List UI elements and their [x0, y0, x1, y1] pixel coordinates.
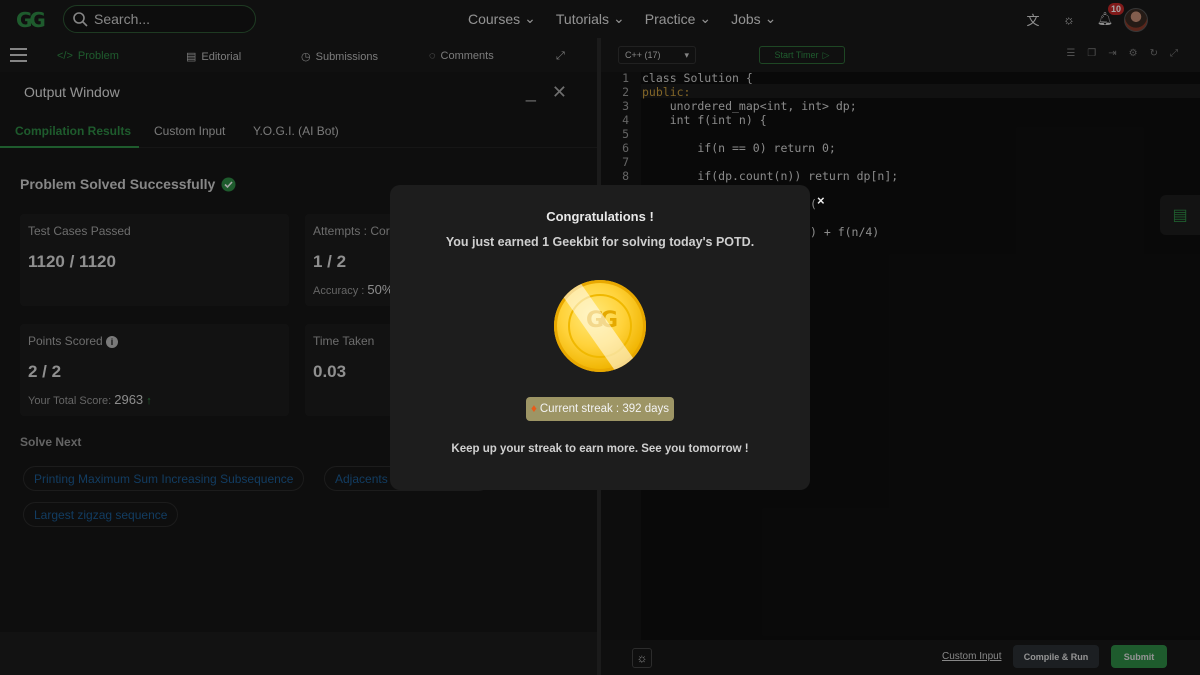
fire-icon: ♦: [531, 403, 537, 415]
geekbit-coin-icon: GG: [554, 280, 646, 372]
modal-footer: Keep up your streak to earn more. See yo…: [451, 443, 749, 455]
modal-close-button[interactable]: ×: [817, 193, 825, 208]
streak-badge: ♦ Current streak : 392 days: [526, 397, 674, 421]
congrats-modal: × Congratulations ! You just earned 1 Ge…: [390, 185, 825, 490]
streak-text: Current streak : 392 days: [539, 403, 669, 415]
modal-title: Congratulations !: [546, 209, 654, 224]
modal-message: You just earned 1 Geekbit for solving to…: [445, 235, 755, 249]
